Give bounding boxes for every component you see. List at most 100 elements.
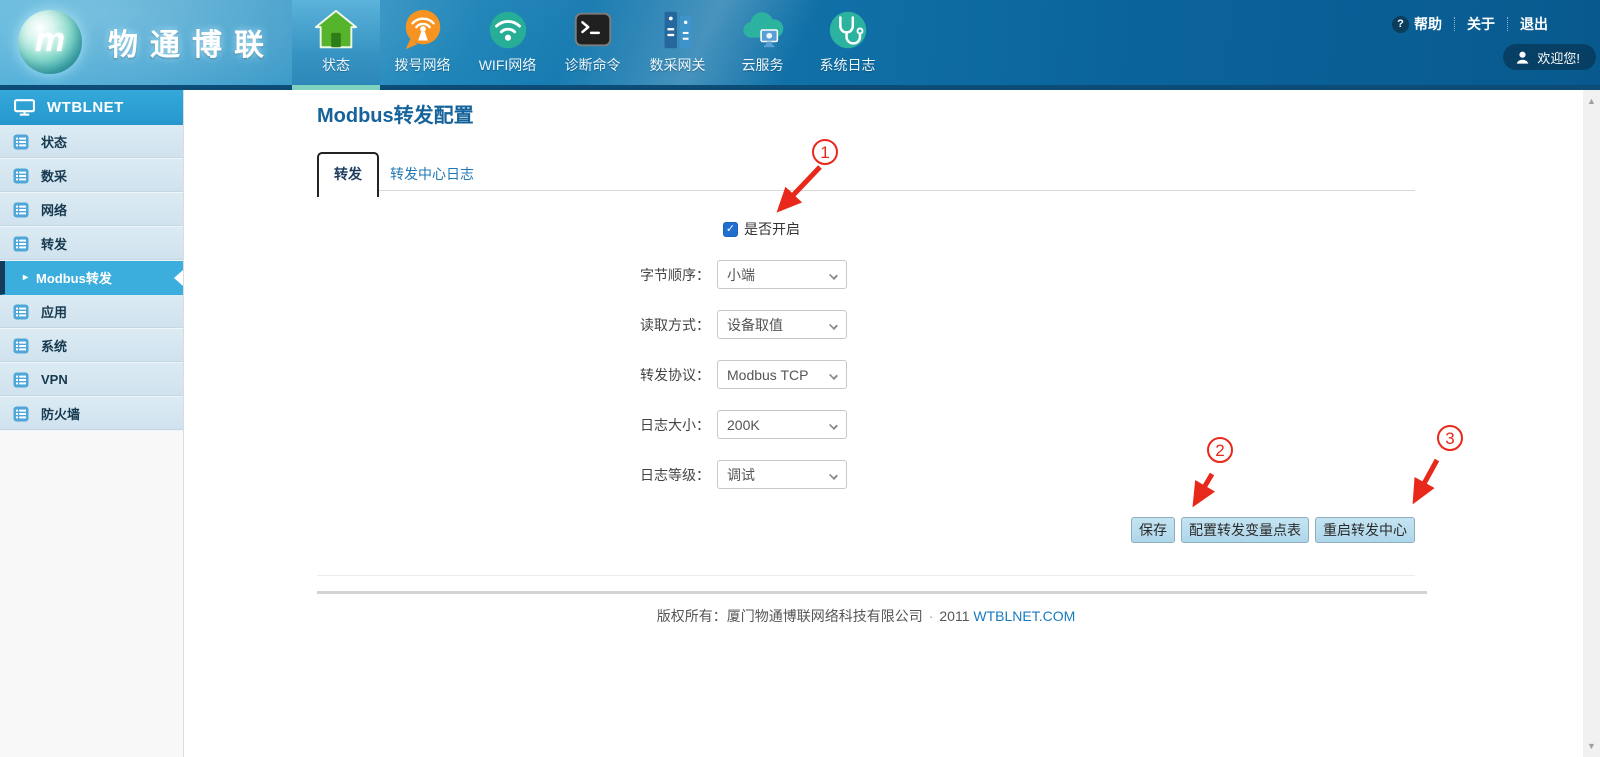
form-row-log-size: 日志大小： 200K <box>464 410 847 439</box>
page: m 物通博联 状态 拨号网络 <box>0 0 1600 757</box>
logo-sphere-icon: m <box>18 10 82 74</box>
sidebar-brand-label: WTBLNET <box>47 99 124 116</box>
nav-item-diagnostic-command[interactable]: 诊断命令 <box>550 0 635 90</box>
enable-label: 是否开启 <box>744 219 800 239</box>
sidebar-item-label: 应用 <box>41 302 67 321</box>
monitor-icon <box>14 99 35 116</box>
nav-item-dial-network[interactable]: 拨号网络 <box>380 0 465 90</box>
chevron-down-icon <box>829 371 838 380</box>
enable-row: ✓ 是否开启 <box>723 219 800 239</box>
sidebar-item-label: 网络 <box>41 200 67 219</box>
list-icon <box>13 134 29 150</box>
antenna-icon <box>400 7 446 53</box>
nav-label: 状态 <box>292 55 380 75</box>
byte-order-value: 小端 <box>727 265 755 285</box>
divider <box>1454 17 1455 31</box>
user-links: ? 帮助 关于 退出 <box>1392 14 1548 34</box>
scroll-up-arrow-icon[interactable]: ▲ <box>1583 96 1600 106</box>
welcome-badge: 欢迎您! <box>1503 44 1596 70</box>
forward-protocol-value: Modbus TCP <box>727 367 808 383</box>
nav-label: 云服务 <box>720 55 805 75</box>
log-size-value: 200K <box>727 417 760 433</box>
stethoscope-icon <box>825 7 871 53</box>
main-content: Modbus转发配置 转发 转发中心日志 ✓ 是否开启 字节顺序： 小端 读取方… <box>184 90 1583 757</box>
terminal-icon <box>570 7 616 53</box>
sidebar-item-label: 状态 <box>41 132 67 151</box>
nav-item-data-gateway[interactable]: 数采网关 <box>635 0 720 90</box>
sidebar-item-data-collection[interactable]: 数采 <box>0 159 183 193</box>
sidebar-item-application[interactable]: 应用 <box>0 295 183 329</box>
sidebar-item-label: 数采 <box>41 166 67 185</box>
nav-item-system-logs[interactable]: 系统日志 <box>805 0 890 90</box>
sidebar-item-forwarding[interactable]: 转发 <box>0 227 183 261</box>
read-mode-value: 设备取值 <box>727 315 783 335</box>
sidebar-item-vpn[interactable]: VPN <box>0 363 183 397</box>
read-mode-label: 读取方式： <box>464 315 710 335</box>
annotation-1-badge: 1 <box>812 139 838 165</box>
chevron-down-icon <box>829 471 838 480</box>
log-level-value: 调试 <box>727 465 755 485</box>
list-icon <box>13 372 29 388</box>
sidebar-item-label: 转发 <box>41 234 67 253</box>
active-nav-underline <box>292 85 380 90</box>
chevron-down-icon <box>829 321 838 330</box>
sidebar-item-modbus-forwarding[interactable]: ▸ Modbus转发 <box>0 261 183 295</box>
sidebar-item-label: 系统 <box>41 336 67 355</box>
config-forward-variable-table-button[interactable]: 配置转发变量点表 <box>1181 517 1309 543</box>
sidebar-item-system[interactable]: 系统 <box>0 329 183 363</box>
gateway-icon <box>655 7 701 53</box>
scroll-down-arrow-icon[interactable]: ▼ <box>1583 741 1600 751</box>
about-link[interactable]: 关于 <box>1467 14 1495 34</box>
help-link[interactable]: 帮助 <box>1414 14 1442 34</box>
logout-link[interactable]: 退出 <box>1520 14 1548 34</box>
restart-forward-center-button[interactable]: 重启转发中心 <box>1315 517 1415 543</box>
tab-forward-center-log[interactable]: 转发中心日志 <box>390 152 474 190</box>
sidebar-item-label: VPN <box>41 372 68 387</box>
copyright-year: 2011 <box>939 608 969 624</box>
help-icon: ? <box>1392 16 1409 33</box>
nav-item-wifi-network[interactable]: WIFI网络 <box>465 0 550 90</box>
active-item-notch <box>174 270 183 286</box>
dot-separator: · <box>929 608 934 624</box>
tab-forward[interactable]: 转发 <box>317 152 379 197</box>
nav-item-status[interactable]: 状态 <box>292 0 380 90</box>
copyright-text: 版权所有：厦门物通博联网络科技有限公司 <box>657 608 923 624</box>
top-nav: 状态 拨号网络 WI <box>292 0 890 90</box>
caret-right-icon: ▸ <box>23 272 28 283</box>
footer-copyright: 版权所有：厦门物通博联网络科技有限公司 · 2011 WTBLNET.COM <box>317 606 1415 626</box>
list-icon <box>13 304 29 320</box>
wtblnet-link[interactable]: WTBLNET.COM <box>973 608 1075 624</box>
enable-checkbox[interactable]: ✓ <box>723 222 738 237</box>
nav-label: 诊断命令 <box>550 55 635 75</box>
sidebar-item-firewall[interactable]: 防火墙 <box>0 397 183 431</box>
sidebar: WTBLNET 状态 数采 网络 转发 ▸ Modbus转发 应用 <box>0 90 184 757</box>
forward-protocol-select[interactable]: Modbus TCP <box>717 360 847 389</box>
list-icon <box>13 338 29 354</box>
list-icon <box>13 406 29 422</box>
nav-item-cloud-service[interactable]: 云服务 <box>720 0 805 90</box>
button-row: 保存 配置转发变量点表 重启转发中心 <box>317 517 1415 543</box>
sidebar-item-label: 防火墙 <box>41 404 80 423</box>
form-row-log-level: 日志等级： 调试 <box>464 460 847 489</box>
user-icon <box>1515 50 1530 65</box>
sidebar-item-status[interactable]: 状态 <box>0 125 183 159</box>
sidebar-item-label: Modbus转发 <box>36 268 112 287</box>
byte-order-select[interactable]: 小端 <box>717 260 847 289</box>
vertical-scrollbar[interactable]: ▲ ▼ <box>1583 90 1600 757</box>
sidebar-brand: WTBLNET <box>0 90 183 125</box>
brand-logo: m 物通博联 <box>18 10 276 74</box>
log-level-select[interactable]: 调试 <box>717 460 847 489</box>
nav-label: WIFI网络 <box>465 55 550 75</box>
nav-label: 数采网关 <box>635 55 720 75</box>
save-button[interactable]: 保存 <box>1131 517 1175 543</box>
log-level-label: 日志等级： <box>464 465 710 485</box>
log-size-select[interactable]: 200K <box>717 410 847 439</box>
page-title: Modbus转发配置 <box>317 99 474 128</box>
welcome-text: 欢迎您! <box>1537 48 1580 67</box>
read-mode-select[interactable]: 设备取值 <box>717 310 847 339</box>
nav-label: 拨号网络 <box>380 55 465 75</box>
sidebar-item-network[interactable]: 网络 <box>0 193 183 227</box>
header-bar: m 物通博联 状态 拨号网络 <box>0 0 1600 90</box>
list-icon <box>13 202 29 218</box>
nav-label: 系统日志 <box>805 55 890 75</box>
